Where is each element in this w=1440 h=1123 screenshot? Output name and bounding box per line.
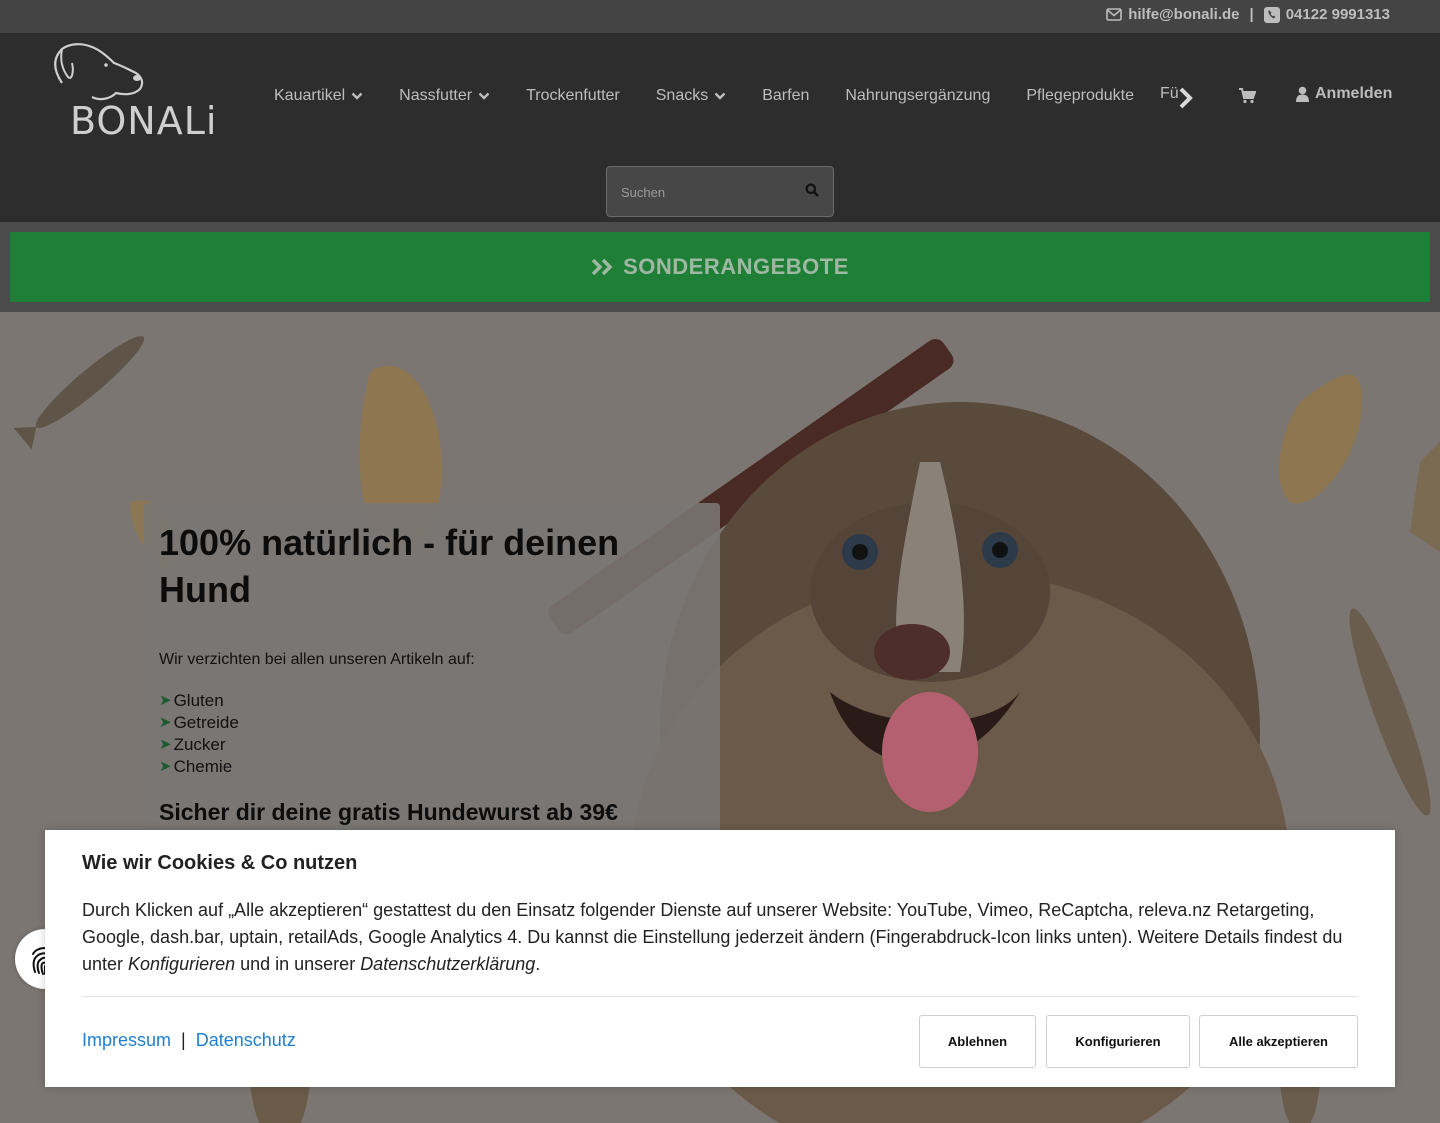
- cookie-text-part: und in unserer: [235, 954, 361, 974]
- nav-item-kauartikel[interactable]: Kauartikel: [274, 87, 363, 105]
- hero-title: 100% natürlich - für deinen Hund: [159, 522, 620, 610]
- specials-button[interactable]: SONDERANGEBOTE: [10, 232, 1430, 302]
- cookie-text-part: .: [535, 954, 541, 974]
- list-item-label: Getreide: [173, 713, 239, 732]
- nav-item-label: Barfen: [762, 87, 810, 104]
- hero-subtitle: Sicher dir deine gratis Hundewurst ab 39…: [159, 799, 618, 825]
- cookie-configure-reference: Konfigurieren: [128, 954, 236, 974]
- user-icon: [1296, 86, 1309, 102]
- nav-item-label: Trockenfutter: [526, 87, 620, 104]
- list-item-label: Zucker: [173, 735, 226, 754]
- cookie-title: Wie wir Cookies & Co nutzen: [82, 852, 358, 874]
- login-label: Anmelden: [1315, 85, 1393, 102]
- nav-item-label: Nassfutter: [399, 87, 473, 104]
- search-icon[interactable]: [805, 183, 819, 202]
- datenschutz-link[interactable]: Datenschutz: [196, 1030, 296, 1051]
- contact-info: hilfe@bonali.de | 04122 9991313: [1106, 6, 1390, 23]
- arrow-bullet-icon: ➤: [159, 736, 172, 753]
- arrow-bullet-icon: ➤: [159, 714, 172, 731]
- chevron-down-icon: [478, 92, 490, 100]
- nav-item-nahrungsergaenzung[interactable]: Nahrungsergänzung: [845, 87, 990, 105]
- list-item-label: Gluten: [173, 691, 224, 710]
- cookie-consent-banner: Wie wir Cookies & Co nutzen Durch Klicke…: [45, 830, 1395, 1087]
- chevron-down-icon: [714, 92, 726, 100]
- contact-email-link[interactable]: hilfe@bonali.de: [1128, 6, 1239, 23]
- login-button[interactable]: Anmelden: [1296, 85, 1392, 103]
- arrow-bullet-icon: ➤: [159, 692, 172, 709]
- search-box: [606, 166, 834, 217]
- phone-icon: [1263, 6, 1280, 23]
- accept-all-button[interactable]: Alle akzeptieren: [1199, 1015, 1358, 1068]
- nav-item-barfen[interactable]: Barfen: [762, 87, 809, 105]
- impressum-link[interactable]: Impressum: [82, 1030, 171, 1051]
- main-header: BONALi Kauartikel Nassfutter Trockenfutt…: [0, 33, 1440, 222]
- nav-item-nassfutter[interactable]: Nassfutter: [399, 87, 490, 105]
- double-chevron-right-icon: [591, 258, 613, 276]
- cookie-footer-links: Impressum | Datenschutz: [82, 1030, 296, 1051]
- search-input[interactable]: [621, 181, 791, 203]
- hero-text-card: 100% natürlich - für deinen Hund Wir ver…: [144, 503, 720, 863]
- list-item: ➤ Chemie: [159, 756, 239, 778]
- hero-intro: Wir verzichten bei allen unseren Artikel…: [159, 651, 475, 668]
- link-separator: |: [181, 1030, 186, 1050]
- free-from-list: ➤ Gluten ➤ Getreide ➤ Zucker ➤ Chemie: [159, 690, 239, 778]
- contact-separator: |: [1249, 6, 1254, 23]
- list-item-label: Chemie: [173, 757, 233, 776]
- logo-wordmark: BONALi: [70, 99, 218, 143]
- specials-band: SONDERANGEBOTE: [0, 222, 1440, 312]
- nav-item-label: Nahrungsergänzung: [845, 87, 991, 104]
- list-item: ➤ Zucker: [159, 734, 239, 756]
- arrow-bullet-icon: ➤: [159, 758, 172, 775]
- nav-item-label: Kauartikel: [274, 87, 346, 104]
- nav-item-trockenfutter[interactable]: Trockenfutter: [526, 87, 620, 105]
- specials-label: SONDERANGEBOTE: [623, 254, 849, 279]
- decline-button[interactable]: Ablehnen: [919, 1015, 1036, 1068]
- nav-item-label: Snacks: [655, 87, 709, 104]
- nav-item-label: Pflegeprodukte: [1026, 87, 1134, 104]
- main-navigation: Kauartikel Nassfutter Trockenfutter Snac…: [274, 85, 1170, 107]
- cookie-divider: [82, 996, 1358, 997]
- configure-button[interactable]: Konfigurieren: [1046, 1015, 1190, 1068]
- cookie-description: Durch Klicken auf „Alle akzeptieren“ ges…: [82, 897, 1362, 978]
- bonali-logo[interactable]: BONALi: [48, 41, 238, 153]
- chevron-right-icon: [1179, 87, 1193, 109]
- list-item: ➤ Gluten: [159, 690, 239, 712]
- nav-item-pflegeprodukte[interactable]: Pflegeprodukte: [1026, 87, 1134, 105]
- nav-scroll-right-button[interactable]: [1176, 85, 1196, 111]
- chevron-down-icon: [351, 92, 363, 100]
- envelope-icon: [1106, 8, 1123, 21]
- shopping-cart-icon: [1239, 88, 1257, 104]
- list-item: ➤ Getreide: [159, 712, 239, 734]
- contact-phone-link[interactable]: 04122 9991313: [1286, 6, 1390, 23]
- cart-button[interactable]: [1238, 88, 1257, 109]
- cookie-privacy-reference: Datenschutzerklärung: [360, 954, 536, 974]
- nav-item-snacks[interactable]: Snacks: [656, 87, 726, 105]
- top-contact-bar: hilfe@bonali.de | 04122 9991313: [0, 0, 1440, 33]
